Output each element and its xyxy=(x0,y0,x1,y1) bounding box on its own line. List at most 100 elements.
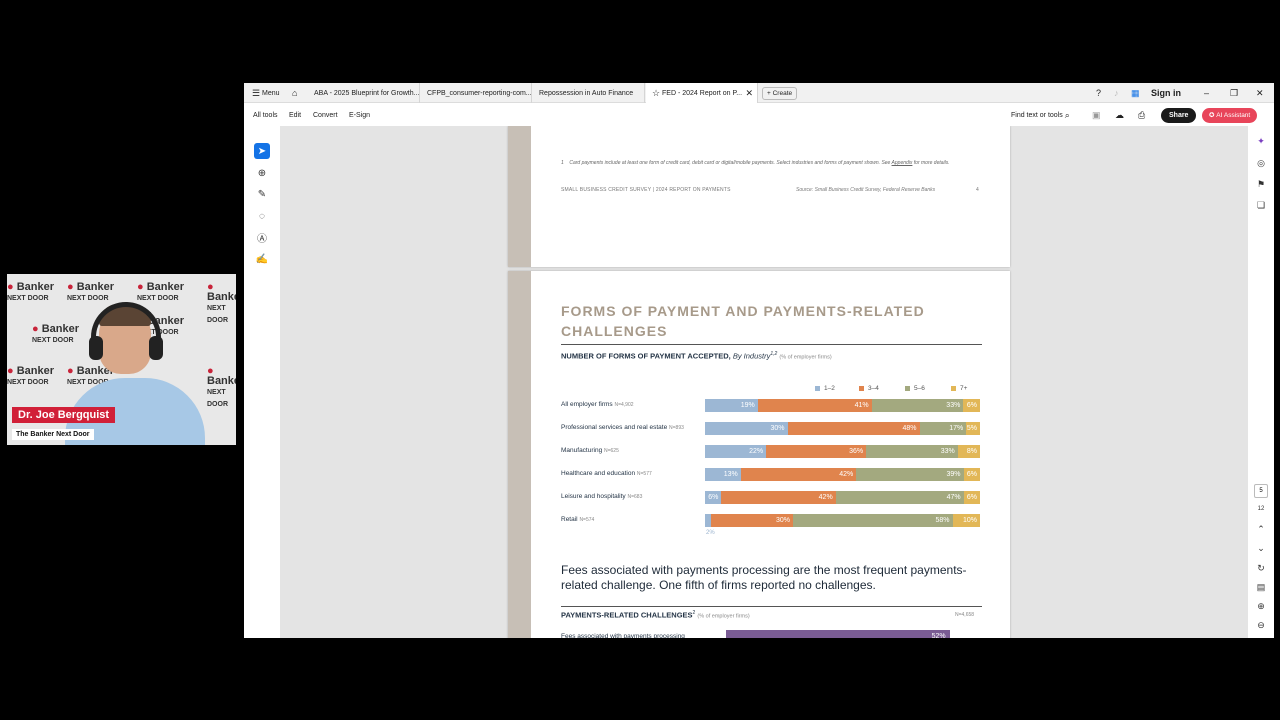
chart1-bar-segment: 33% xyxy=(871,399,964,412)
star-icon[interactable]: ☆ xyxy=(652,88,660,98)
chart1-bar-segment: 6% xyxy=(963,468,980,481)
print-button[interactable]: ⎙ xyxy=(1138,104,1145,126)
bookmark-icon[interactable]: ⚑ xyxy=(1254,177,1268,191)
zoom-out-icon[interactable]: ⊖ xyxy=(1254,618,1268,632)
notifications-button[interactable]: ♪ xyxy=(1114,83,1126,103)
ai-assistant-label: AI Assistant xyxy=(1216,111,1251,119)
menu-label: Menu xyxy=(262,89,280,97)
signature-icon[interactable]: ✍ xyxy=(254,251,270,267)
document-workarea[interactable]: ➤ ⊕ ✎ ◌ Ⓐ ✍ 1 Card payments include at l… xyxy=(244,126,1274,638)
pages-icon[interactable]: ❏ xyxy=(1254,198,1268,212)
help-icon: ? xyxy=(1096,87,1102,98)
tab-repossession[interactable]: Repossession in Auto Finance xyxy=(533,83,645,103)
find-text-button[interactable]: Find text or tools ⌕ xyxy=(1011,104,1070,126)
ai-summary-icon[interactable]: ✦ xyxy=(1254,134,1268,148)
chart2-heading: PAYMENTS-RELATED CHALLENGES2 (% of emplo… xyxy=(561,610,750,620)
minimize-button[interactable]: – xyxy=(1204,83,1216,103)
create-label: Create xyxy=(772,89,793,97)
chart1-heading-text: NUMBER OF FORMS OF PAYMENT ACCEPTED, xyxy=(561,351,731,361)
lasso-icon[interactable]: ◌ xyxy=(254,208,270,224)
backdrop-logo: ● BankerNEXT DOOR xyxy=(137,281,184,303)
retail-small-value-note: 2% xyxy=(706,530,715,536)
text-box-icon[interactable]: Ⓐ xyxy=(254,229,270,245)
esign-button[interactable]: E-Sign xyxy=(349,104,370,126)
legend-item-5-6: 5–6 xyxy=(905,385,925,392)
all-tools-label: All tools xyxy=(253,111,278,119)
zoom-in-icon[interactable]: ⊕ xyxy=(1254,599,1268,613)
all-tools-button[interactable]: All tools xyxy=(253,104,278,126)
backdrop-logo: ● BankerNEXT DOOR xyxy=(7,281,54,303)
chart1-bar-segment: 42% xyxy=(721,491,836,504)
screen: ☰ Menu ⌂ ABA - 2025 Blueprint for Growth… xyxy=(0,0,1280,720)
close-window-button[interactable]: ✕ xyxy=(1256,83,1268,103)
ai-assistant-button[interactable]: ✪ AI Assistant xyxy=(1202,107,1258,123)
plus-icon: + xyxy=(767,89,771,97)
chart1-heading: NUMBER OF FORMS OF PAYMENT ACCEPTED, By … xyxy=(561,351,832,361)
chevron-down-icon[interactable]: ⌄ xyxy=(1254,541,1268,555)
legend-label: 1–2 xyxy=(824,385,835,392)
home-button[interactable]: ⌂ xyxy=(292,83,306,103)
footnote-number: 1 xyxy=(561,160,564,166)
legend-swatch xyxy=(951,386,956,391)
divider xyxy=(561,344,982,345)
legend-item-7plus: 7+ xyxy=(951,385,967,392)
footnote: 1 Card payments include at least one for… xyxy=(561,160,981,167)
legend-item-1-2: 1–2 xyxy=(815,385,835,392)
rotate-icon[interactable]: ↻ xyxy=(1254,561,1268,575)
footnote-tail: for more details. xyxy=(912,160,950,166)
chart1-bar-segment: 33% xyxy=(866,445,958,458)
convert-button[interactable]: Convert xyxy=(313,104,338,126)
legend-item-3-4: 3–4 xyxy=(859,385,879,392)
page-number-input[interactable]: 5 xyxy=(1254,484,1268,498)
chart1-bar-segment: 6% xyxy=(963,491,980,504)
create-button[interactable]: + Create xyxy=(762,86,798,100)
chart2-bar: 52% xyxy=(726,630,950,638)
fees-heading: Fees associated with payments processing… xyxy=(561,563,967,592)
chart1-bar-segment: 42% xyxy=(740,468,857,481)
upload-cloud-icon: ☁ xyxy=(1115,109,1124,120)
save-icon: ▣ xyxy=(1092,109,1101,120)
tab-fed-report[interactable]: ☆ FED - 2024 Report on P... ✕ xyxy=(646,83,758,103)
apps-button[interactable]: ▦ xyxy=(1131,83,1143,103)
chevron-up-icon[interactable]: ⌃ xyxy=(1254,522,1268,536)
tab-label: CFPB_consumer-reporting-com... xyxy=(427,89,532,97)
home-icon: ⌂ xyxy=(292,87,298,98)
chart1-bar-segment: 58% xyxy=(793,514,953,527)
footer-source: Source: Small Business Credit Survey, Fe… xyxy=(796,187,936,193)
sign-in-button[interactable]: Sign in xyxy=(1151,83,1181,103)
page-total: 12 xyxy=(1257,506,1265,512)
chart1-row-label: Manufacturing N=625 xyxy=(561,447,619,454)
restore-button[interactable]: ❐ xyxy=(1230,83,1242,103)
save-button[interactable]: ▣ xyxy=(1092,104,1101,126)
help-button[interactable]: ? xyxy=(1096,83,1108,103)
chart1-heading-italic: By Industry xyxy=(732,351,771,361)
page-side-stripe xyxy=(508,126,531,267)
share-button[interactable]: Share xyxy=(1161,107,1197,123)
close-tab-icon[interactable]: ✕ xyxy=(745,88,753,98)
select-cursor-icon[interactable]: ➤ xyxy=(254,143,270,159)
tab-cfpb-report[interactable]: CFPB_consumer-reporting-com... xyxy=(421,83,532,103)
chart1-bar-segment: 22% xyxy=(705,445,767,458)
upload-button[interactable]: ☁ xyxy=(1115,104,1124,126)
tab-bar: ☰ Menu ⌂ ABA - 2025 Blueprint for Growth… xyxy=(244,83,1274,103)
footnote-text: Card payments include at least one form … xyxy=(569,160,892,166)
chart1-bar-segment: 6% xyxy=(705,491,722,504)
chart1-bar-segment: 17% xyxy=(919,422,967,435)
chart1-bar-segment: 10% xyxy=(952,514,980,527)
edit-button[interactable]: Edit xyxy=(289,104,301,126)
backdrop-logo: ● BankerNEXT DOOR xyxy=(67,281,114,303)
chart1-bar-segment: 13% xyxy=(705,468,741,481)
webcam-overlay: ● Banker NEXT DOOR ● Banker NEXT DOOR ● Bank… xyxy=(7,274,236,445)
find-text-label: Find text or tools xyxy=(1011,111,1063,119)
menu-button[interactable]: ☰ Menu xyxy=(252,83,292,103)
comment-icon[interactable]: ◎ xyxy=(1254,156,1268,170)
pen-icon[interactable]: ✎ xyxy=(254,186,270,202)
chart2-sample-size: N=4,658 xyxy=(955,612,975,618)
chart1-bar-segment: 47% xyxy=(835,491,964,504)
page-fit-icon[interactable]: ▤ xyxy=(1254,580,1268,594)
zoom-comment-icon[interactable]: ⊕ xyxy=(254,165,270,181)
appendix-link[interactable]: Appendix xyxy=(892,160,913,166)
backdrop-logo: ● BankerNEXT DOOR xyxy=(207,281,236,325)
chart1-bar-segment: 5% xyxy=(966,422,980,435)
tab-aba-blueprint[interactable]: ABA - 2025 Blueprint for Growth... xyxy=(308,83,420,103)
